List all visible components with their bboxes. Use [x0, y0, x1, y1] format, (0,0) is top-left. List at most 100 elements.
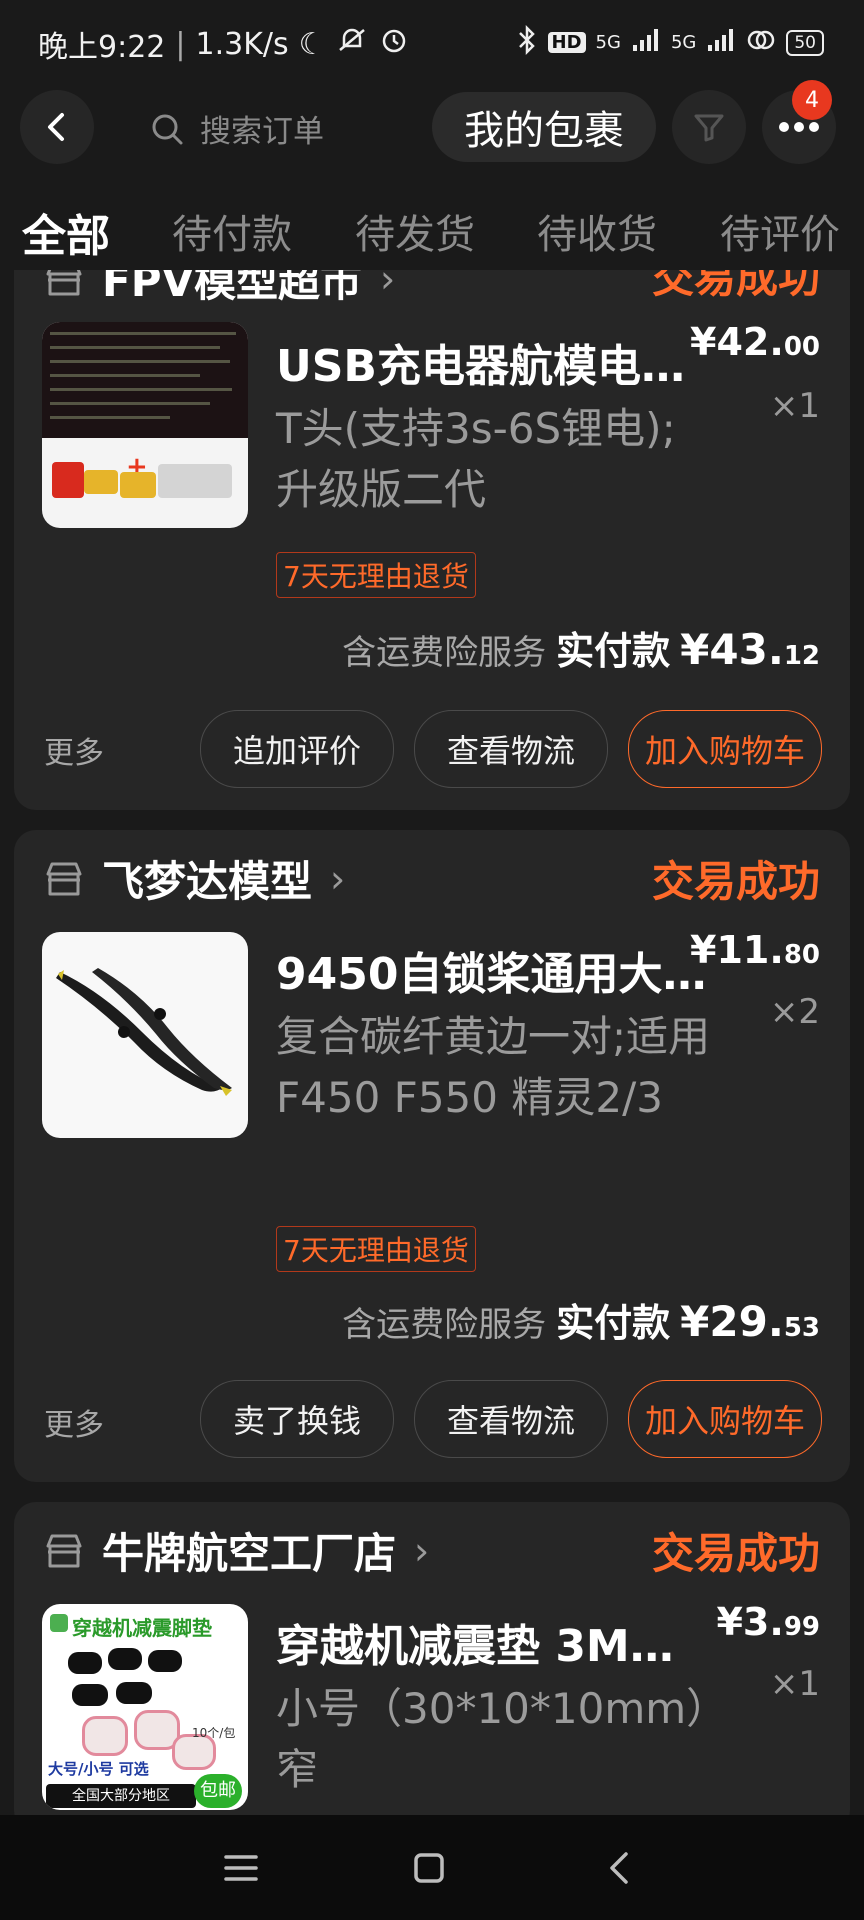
paid-cents: 12 — [783, 641, 820, 671]
paid-amount: ¥43.12 — [680, 625, 820, 674]
shop-name: 飞梦达模型 — [102, 857, 313, 906]
return-policy-tag: 7天无理由退货 — [276, 1226, 476, 1272]
view-logistics-button[interactable]: 查看物流 — [414, 710, 608, 788]
home-square-icon — [414, 1853, 444, 1883]
moon-icon: ☾ — [298, 26, 326, 62]
bluetooth-icon — [516, 24, 538, 61]
hd-badge: HD — [547, 32, 586, 53]
add-to-cart-button[interactable]: 加入购物车 — [628, 710, 822, 788]
product-spec: 复合碳纤黄边一对;适用F450 F550 精灵2/3 — [276, 1012, 711, 1122]
product-spec: 小号（30*10*10mm）窄 — [276, 1684, 708, 1794]
tab-pending-payment[interactable]: 待付款 — [172, 202, 292, 260]
unit-price: ¥42.00 — [690, 320, 820, 364]
home-button[interactable] — [406, 1845, 452, 1891]
product-title[interactable]: 9450自锁桨通用大… — [276, 938, 716, 1002]
price-cents: 00 — [783, 332, 820, 362]
menu-icon — [224, 1855, 258, 1881]
order-card[interactable]: FPV模型超市 › 交易成功 + USB充电器航模电… ¥42.00 ×1 T头… — [14, 200, 850, 810]
tab-all[interactable]: 全部 — [22, 200, 110, 264]
paid-amount: ¥29.53 — [680, 1297, 820, 1346]
order-tabs: 全部 待付款 待发货 待收货 待评价 — [0, 190, 864, 270]
chevron-right-icon: › — [330, 856, 346, 901]
notification-badge: 4 — [792, 80, 832, 120]
signal-label-1: 5G — [595, 32, 621, 53]
price-main: ¥3. — [716, 1600, 784, 1644]
back-nav-button[interactable] — [596, 1845, 642, 1891]
back-button[interactable] — [20, 90, 94, 164]
return-policy-tag: 7天无理由退货 — [276, 552, 476, 598]
unit-price: ¥11.80 — [690, 928, 820, 972]
recent-apps-button[interactable] — [218, 1845, 264, 1891]
filter-icon — [694, 114, 724, 142]
my-parcels-button[interactable]: 我的包裹 — [432, 92, 656, 162]
back-arrow-icon — [48, 113, 64, 141]
link-icon — [746, 27, 776, 58]
store-icon — [46, 1534, 82, 1567]
price-cents: 80 — [783, 940, 820, 970]
payment-summary: 含运费险服务 实付款 ¥43.12 — [342, 620, 820, 675]
mute-icon — [336, 24, 368, 64]
image-region-text: 全国大部分地区 — [46, 1784, 196, 1808]
product-image[interactable] — [42, 932, 248, 1138]
price-main: ¥11. — [690, 928, 784, 972]
insurance-label: 含运费险服务 — [342, 633, 547, 673]
shop-header[interactable]: 牛牌航空工厂店 › — [44, 1520, 429, 1581]
quantity: ×1 — [769, 386, 820, 426]
alarm-icon — [378, 24, 410, 64]
product-spec: T头(支持3s-6S锂电);升级版二代 — [276, 404, 676, 514]
search-placeholder: 搜索订单 — [200, 114, 324, 150]
image-title: 穿越机减震脚垫 — [72, 1616, 212, 1640]
add-review-button[interactable]: 追加评价 — [200, 710, 394, 788]
chevron-right-icon: › — [414, 1528, 430, 1573]
product-title[interactable]: 穿越机减震垫 3M… — [276, 1610, 716, 1674]
quantity: ×2 — [769, 992, 820, 1032]
order-card[interactable]: 飞梦达模型 › 交易成功 9450自锁桨通用大… ¥11.80 ×2 复合碳纤黄… — [14, 830, 850, 1482]
search-icon — [152, 114, 183, 144]
price-cents: 99 — [783, 1612, 820, 1642]
order-status: 交易成功 — [651, 857, 820, 906]
back-chevron-icon — [610, 1852, 628, 1884]
status-time: 晚上9:22 — [38, 30, 166, 65]
product-title[interactable]: USB充电器航模电… — [276, 330, 716, 394]
status-bar: 晚上9:22 | 1.3K/s ☾ HD 5G 5G 50 — [0, 0, 864, 86]
filter-button[interactable] — [672, 90, 746, 164]
image-size-text: 大号/小号 可选 — [48, 1760, 149, 1778]
order-card[interactable]: 牛牌航空工厂店 › 交易成功 穿越机减震脚垫 10个/包 大号/小号 可选 全国… — [14, 1502, 850, 1832]
shop-name: 牛牌航空工厂店 — [102, 1529, 397, 1578]
quantity: ×1 — [769, 1664, 820, 1704]
system-navigation-bar — [0, 1815, 864, 1920]
order-status: 交易成功 — [651, 1529, 820, 1578]
sell-button[interactable]: 卖了换钱 — [200, 1380, 394, 1458]
signal-icon — [631, 27, 661, 58]
tab-pending-review[interactable]: 待评价 — [720, 202, 840, 260]
paid-main: ¥29. — [680, 1297, 784, 1346]
image-free-shipping: 包邮 — [194, 1774, 242, 1808]
status-speed: 1.3K/s — [195, 26, 289, 62]
image-pack-text: 10个/包 — [192, 1726, 236, 1740]
product-image[interactable]: 穿越机减震脚垫 10个/包 大号/小号 可选 全国大部分地区 包邮 — [42, 1604, 248, 1810]
payment-summary: 含运费险服务 实付款 ¥29.53 — [342, 1292, 820, 1347]
battery-indicator: 50 — [786, 29, 824, 56]
tab-pending-shipment[interactable]: 待发货 — [355, 202, 475, 260]
propeller-image — [56, 968, 232, 1096]
unit-price: ¥3.99 — [716, 1600, 820, 1644]
signal-icon-2 — [706, 27, 736, 58]
more-dots-icon — [779, 122, 819, 132]
view-logistics-button[interactable]: 查看物流 — [414, 1380, 608, 1458]
more-link[interactable]: 更多 — [44, 1400, 104, 1444]
insurance-label: 含运费险服务 — [342, 1305, 547, 1345]
shop-header[interactable]: 飞梦达模型 › — [44, 848, 345, 909]
paid-main: ¥43. — [680, 625, 784, 674]
tab-pending-receipt[interactable]: 待收货 — [537, 202, 657, 260]
more-link[interactable]: 更多 — [44, 728, 104, 772]
store-icon — [46, 862, 82, 895]
price-main: ¥42. — [690, 320, 784, 364]
product-image[interactable]: + — [42, 322, 248, 528]
search-field[interactable]: 搜索订单 — [150, 106, 324, 151]
add-to-cart-button[interactable]: 加入购物车 — [628, 1380, 822, 1458]
paid-label: 实付款 — [556, 629, 671, 673]
signal-label-2: 5G — [670, 32, 697, 53]
paid-label: 实付款 — [556, 1301, 671, 1345]
paid-cents: 53 — [783, 1313, 820, 1343]
header: 搜索订单 我的包裹 — [0, 86, 864, 186]
